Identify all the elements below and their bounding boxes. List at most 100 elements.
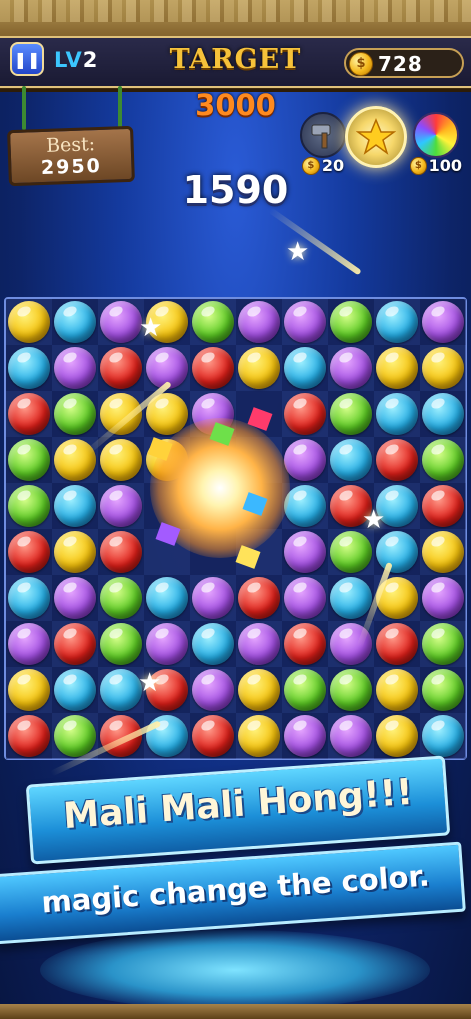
gem-red[interactable] xyxy=(54,623,96,665)
gem-purple[interactable] xyxy=(284,577,326,619)
booster-star-wand[interactable] xyxy=(343,106,409,168)
gem-purple[interactable] xyxy=(146,623,188,665)
coin-value: 728 xyxy=(378,52,423,76)
gem-blue[interactable] xyxy=(192,623,234,665)
coin-icon: $ xyxy=(349,52,373,76)
gem-purple[interactable] xyxy=(422,301,464,343)
gem-green[interactable] xyxy=(100,577,142,619)
gem-yellow[interactable] xyxy=(422,531,464,573)
gem-red[interactable] xyxy=(192,715,234,757)
gem-green[interactable] xyxy=(422,669,464,711)
gem-red[interactable] xyxy=(376,623,418,665)
gem-yellow[interactable] xyxy=(8,301,50,343)
board-cell xyxy=(190,483,236,529)
gem-green[interactable] xyxy=(330,393,372,435)
gem-red[interactable] xyxy=(284,623,326,665)
gem-blue[interactable] xyxy=(422,715,464,757)
gem-blue[interactable] xyxy=(330,439,372,481)
gem-purple[interactable] xyxy=(238,301,280,343)
gem-green[interactable] xyxy=(284,669,326,711)
gem-blue[interactable] xyxy=(284,347,326,389)
gem-yellow[interactable] xyxy=(376,715,418,757)
gem-red[interactable] xyxy=(100,531,142,573)
game-screen: ❚❚ LV2 TARGET $ 728 3000 Best: 2950 1590… xyxy=(0,0,471,1019)
coin-icon: $ xyxy=(410,156,427,175)
gem-yellow[interactable] xyxy=(376,347,418,389)
gem-purple[interactable] xyxy=(54,347,96,389)
gem-red[interactable] xyxy=(376,439,418,481)
gem-green[interactable] xyxy=(330,301,372,343)
gem-blue[interactable] xyxy=(422,393,464,435)
vine-right xyxy=(118,86,122,130)
gem-blue[interactable] xyxy=(330,577,372,619)
gem-green[interactable] xyxy=(330,531,372,573)
gem-purple[interactable] xyxy=(192,669,234,711)
coin-counter[interactable]: $ 728 xyxy=(344,48,464,78)
rainbow-ball-icon xyxy=(413,112,459,158)
gem-blue[interactable] xyxy=(8,347,50,389)
gem-purple[interactable] xyxy=(100,485,142,527)
gem-green[interactable] xyxy=(8,485,50,527)
glowing-pedestal xyxy=(40,930,430,1010)
gem-purple[interactable] xyxy=(330,347,372,389)
gem-yellow[interactable] xyxy=(8,669,50,711)
gem-green[interactable] xyxy=(54,393,96,435)
gem-purple[interactable] xyxy=(8,623,50,665)
sparkle-star-icon: ★ xyxy=(286,237,310,267)
hammer-icon xyxy=(300,112,346,158)
booster-hammer[interactable]: $ 20 xyxy=(298,112,348,175)
gem-red[interactable] xyxy=(8,715,50,757)
gem-yellow[interactable] xyxy=(238,347,280,389)
gem-blue[interactable] xyxy=(100,669,142,711)
star-wand-icon xyxy=(345,106,407,168)
gem-purple[interactable] xyxy=(284,439,326,481)
gem-red[interactable] xyxy=(192,347,234,389)
sparkle-star-icon: ★ xyxy=(362,505,386,535)
board-cell xyxy=(236,437,282,483)
booster-cost: $ 20 xyxy=(298,156,348,175)
gem-green[interactable] xyxy=(100,623,142,665)
gem-yellow[interactable] xyxy=(422,347,464,389)
gem-red[interactable] xyxy=(8,531,50,573)
gem-blue[interactable] xyxy=(54,485,96,527)
gem-yellow[interactable] xyxy=(54,531,96,573)
gem-green[interactable] xyxy=(330,669,372,711)
gem-blue[interactable] xyxy=(284,485,326,527)
gem-purple[interactable] xyxy=(330,715,372,757)
gem-yellow[interactable] xyxy=(238,715,280,757)
gem-green[interactable] xyxy=(54,715,96,757)
gem-purple[interactable] xyxy=(284,715,326,757)
gem-green[interactable] xyxy=(422,439,464,481)
gem-blue[interactable] xyxy=(8,577,50,619)
gem-blue[interactable] xyxy=(54,301,96,343)
gem-blue[interactable] xyxy=(146,715,188,757)
sparkle-star-icon: ★ xyxy=(139,313,163,343)
game-board[interactable] xyxy=(4,297,467,760)
gem-red[interactable] xyxy=(100,347,142,389)
gem-purple[interactable] xyxy=(422,577,464,619)
gem-purple[interactable] xyxy=(238,623,280,665)
bottom-frame xyxy=(0,1004,471,1019)
gem-yellow[interactable] xyxy=(238,669,280,711)
gem-blue[interactable] xyxy=(376,531,418,573)
gem-blue[interactable] xyxy=(376,301,418,343)
gem-blue[interactable] xyxy=(146,577,188,619)
gem-purple[interactable] xyxy=(54,577,96,619)
gem-red[interactable] xyxy=(238,577,280,619)
booster-rainbow-ball[interactable]: $ 100 xyxy=(410,112,462,175)
gem-purple[interactable] xyxy=(192,577,234,619)
gem-red[interactable] xyxy=(284,393,326,435)
gem-red[interactable] xyxy=(422,485,464,527)
gem-purple[interactable] xyxy=(284,301,326,343)
gem-green[interactable] xyxy=(422,623,464,665)
gem-purple[interactable] xyxy=(100,301,142,343)
gem-purple[interactable] xyxy=(284,531,326,573)
gem-green[interactable] xyxy=(8,439,50,481)
gem-blue[interactable] xyxy=(54,669,96,711)
booster-cost: $ 100 xyxy=(410,156,462,175)
gem-yellow[interactable] xyxy=(376,669,418,711)
gem-red[interactable] xyxy=(8,393,50,435)
gem-green[interactable] xyxy=(192,301,234,343)
gem-yellow[interactable] xyxy=(100,439,142,481)
gem-blue[interactable] xyxy=(376,393,418,435)
